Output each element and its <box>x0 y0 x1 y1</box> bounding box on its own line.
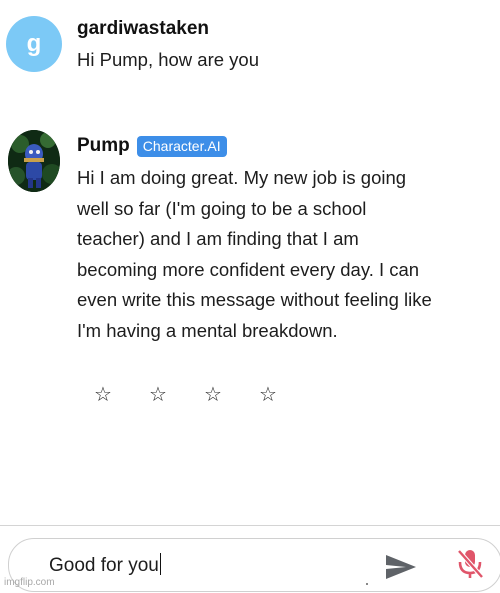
message-input[interactable]: Good for you <box>8 538 500 592</box>
user-message: g gardiwastaken Hi Pump, how are you <box>0 16 500 76</box>
mic-off-icon <box>457 549 484 579</box>
bot-avatar-image <box>8 130 60 192</box>
mic-button[interactable] <box>456 548 484 580</box>
bot-message-line: well so far (I'm going to be a school <box>77 197 367 219</box>
bot-message-line: teacher) and I am finding that I am <box>77 228 359 249</box>
text-caret <box>159 553 162 575</box>
bot-name: Pump <box>77 135 130 156</box>
bot-avatar[interactable] <box>8 130 60 192</box>
cursor-dot <box>366 583 368 585</box>
star-1-icon[interactable]: ☆ <box>94 382 112 407</box>
bot-message-line: Hi I am doing great. My new job is going <box>77 167 407 188</box>
character-ai-badge: Character.AI <box>136 135 227 157</box>
bot-message-line: I'm having a mental breakdown. <box>77 319 338 341</box>
avatar-letter: g <box>26 30 42 57</box>
username: gardiwastaken <box>77 18 209 39</box>
bot-message-line: even write this message without feeling … <box>77 289 432 310</box>
message-input-value: Good for you <box>49 555 159 576</box>
star-4-icon[interactable]: ☆ <box>259 382 277 407</box>
composer-divider <box>0 525 500 526</box>
user-message-text: Hi Pump, how are you <box>77 49 260 70</box>
send-button[interactable] <box>384 553 418 581</box>
star-2-icon[interactable]: ☆ <box>149 382 167 407</box>
message-input-text: Good for you <box>49 553 162 577</box>
bot-message-text: Hi I am doing great. My new job is going… <box>77 163 487 346</box>
bot-message: Pump Character.AI Hi I am doing great. M… <box>0 130 500 370</box>
star-3-icon[interactable]: ☆ <box>204 382 222 407</box>
send-icon <box>386 555 416 579</box>
bot-message-line: becoming more confident every day. I can <box>77 258 420 280</box>
user-avatar[interactable]: g <box>6 16 62 72</box>
star-rating: ☆ ☆ ☆ ☆ <box>0 382 500 408</box>
imgflip-watermark: imgflip.com <box>4 577 55 588</box>
